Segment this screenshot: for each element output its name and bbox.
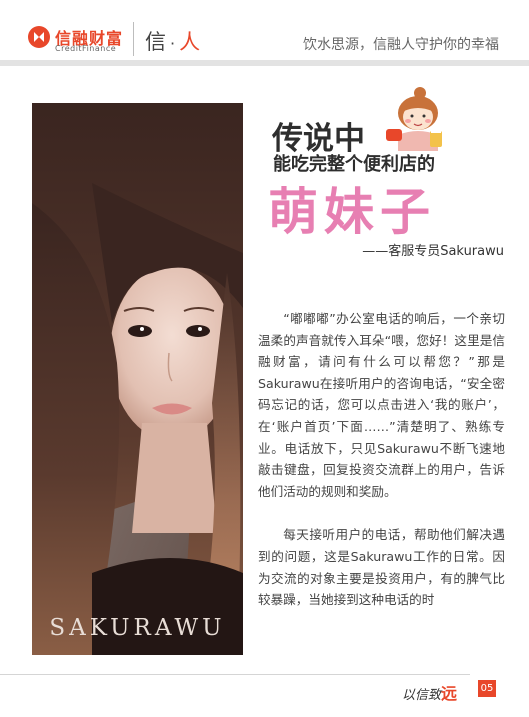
- header-divider: [133, 22, 134, 56]
- brand-logo: 信融财富 CreditFinance: [28, 24, 148, 56]
- cartoon-girl-eating-icon: [384, 85, 446, 155]
- footer-brand-accent: 远: [441, 684, 458, 703]
- article-paragraph-2: 每天接听用户的电话，帮助他们解决遇到的问题，这是Sakurawu工作的日常。因为…: [258, 527, 505, 608]
- article-paragraph-1: “嘟嘟嘟”办公室电话的响后，一个亲切温柔的声音就传入耳朵“喂，您好！这里是信融财…: [258, 311, 505, 499]
- logo-mark-icon: [28, 26, 50, 48]
- header-rule: [0, 60, 529, 66]
- section-title: 信 · 人: [145, 26, 200, 56]
- footer-brand-slogan: 以信致远: [402, 680, 457, 704]
- section-dot: ·: [170, 34, 176, 53]
- page-header: 信融财富 CreditFinance 信 · 人 饮水思源，信融人守护你的幸福: [0, 0, 529, 60]
- footer-rule: [0, 674, 470, 675]
- footer-brand-text: 以信致: [402, 688, 442, 703]
- page-number: 05: [478, 680, 496, 697]
- portrait-photo: SAKURAWU: [32, 103, 243, 655]
- section-char-ren: 人: [179, 30, 201, 54]
- title-byline: ——客服专员Sakurawu: [362, 244, 504, 259]
- title-main: 萌妹子: [268, 182, 436, 241]
- photo-caption: SAKURAWU: [49, 615, 226, 641]
- logo-english-name: CreditFinance: [55, 44, 117, 53]
- header-slogan: 饮水思源，信融人守护你的幸福: [303, 37, 499, 53]
- section-char-xin: 信: [145, 30, 166, 54]
- article-body: “嘟嘟嘟”办公室电话的响后，一个亲切温柔的声音就传入耳朵“喂，您好！这里是信融财…: [258, 308, 505, 633]
